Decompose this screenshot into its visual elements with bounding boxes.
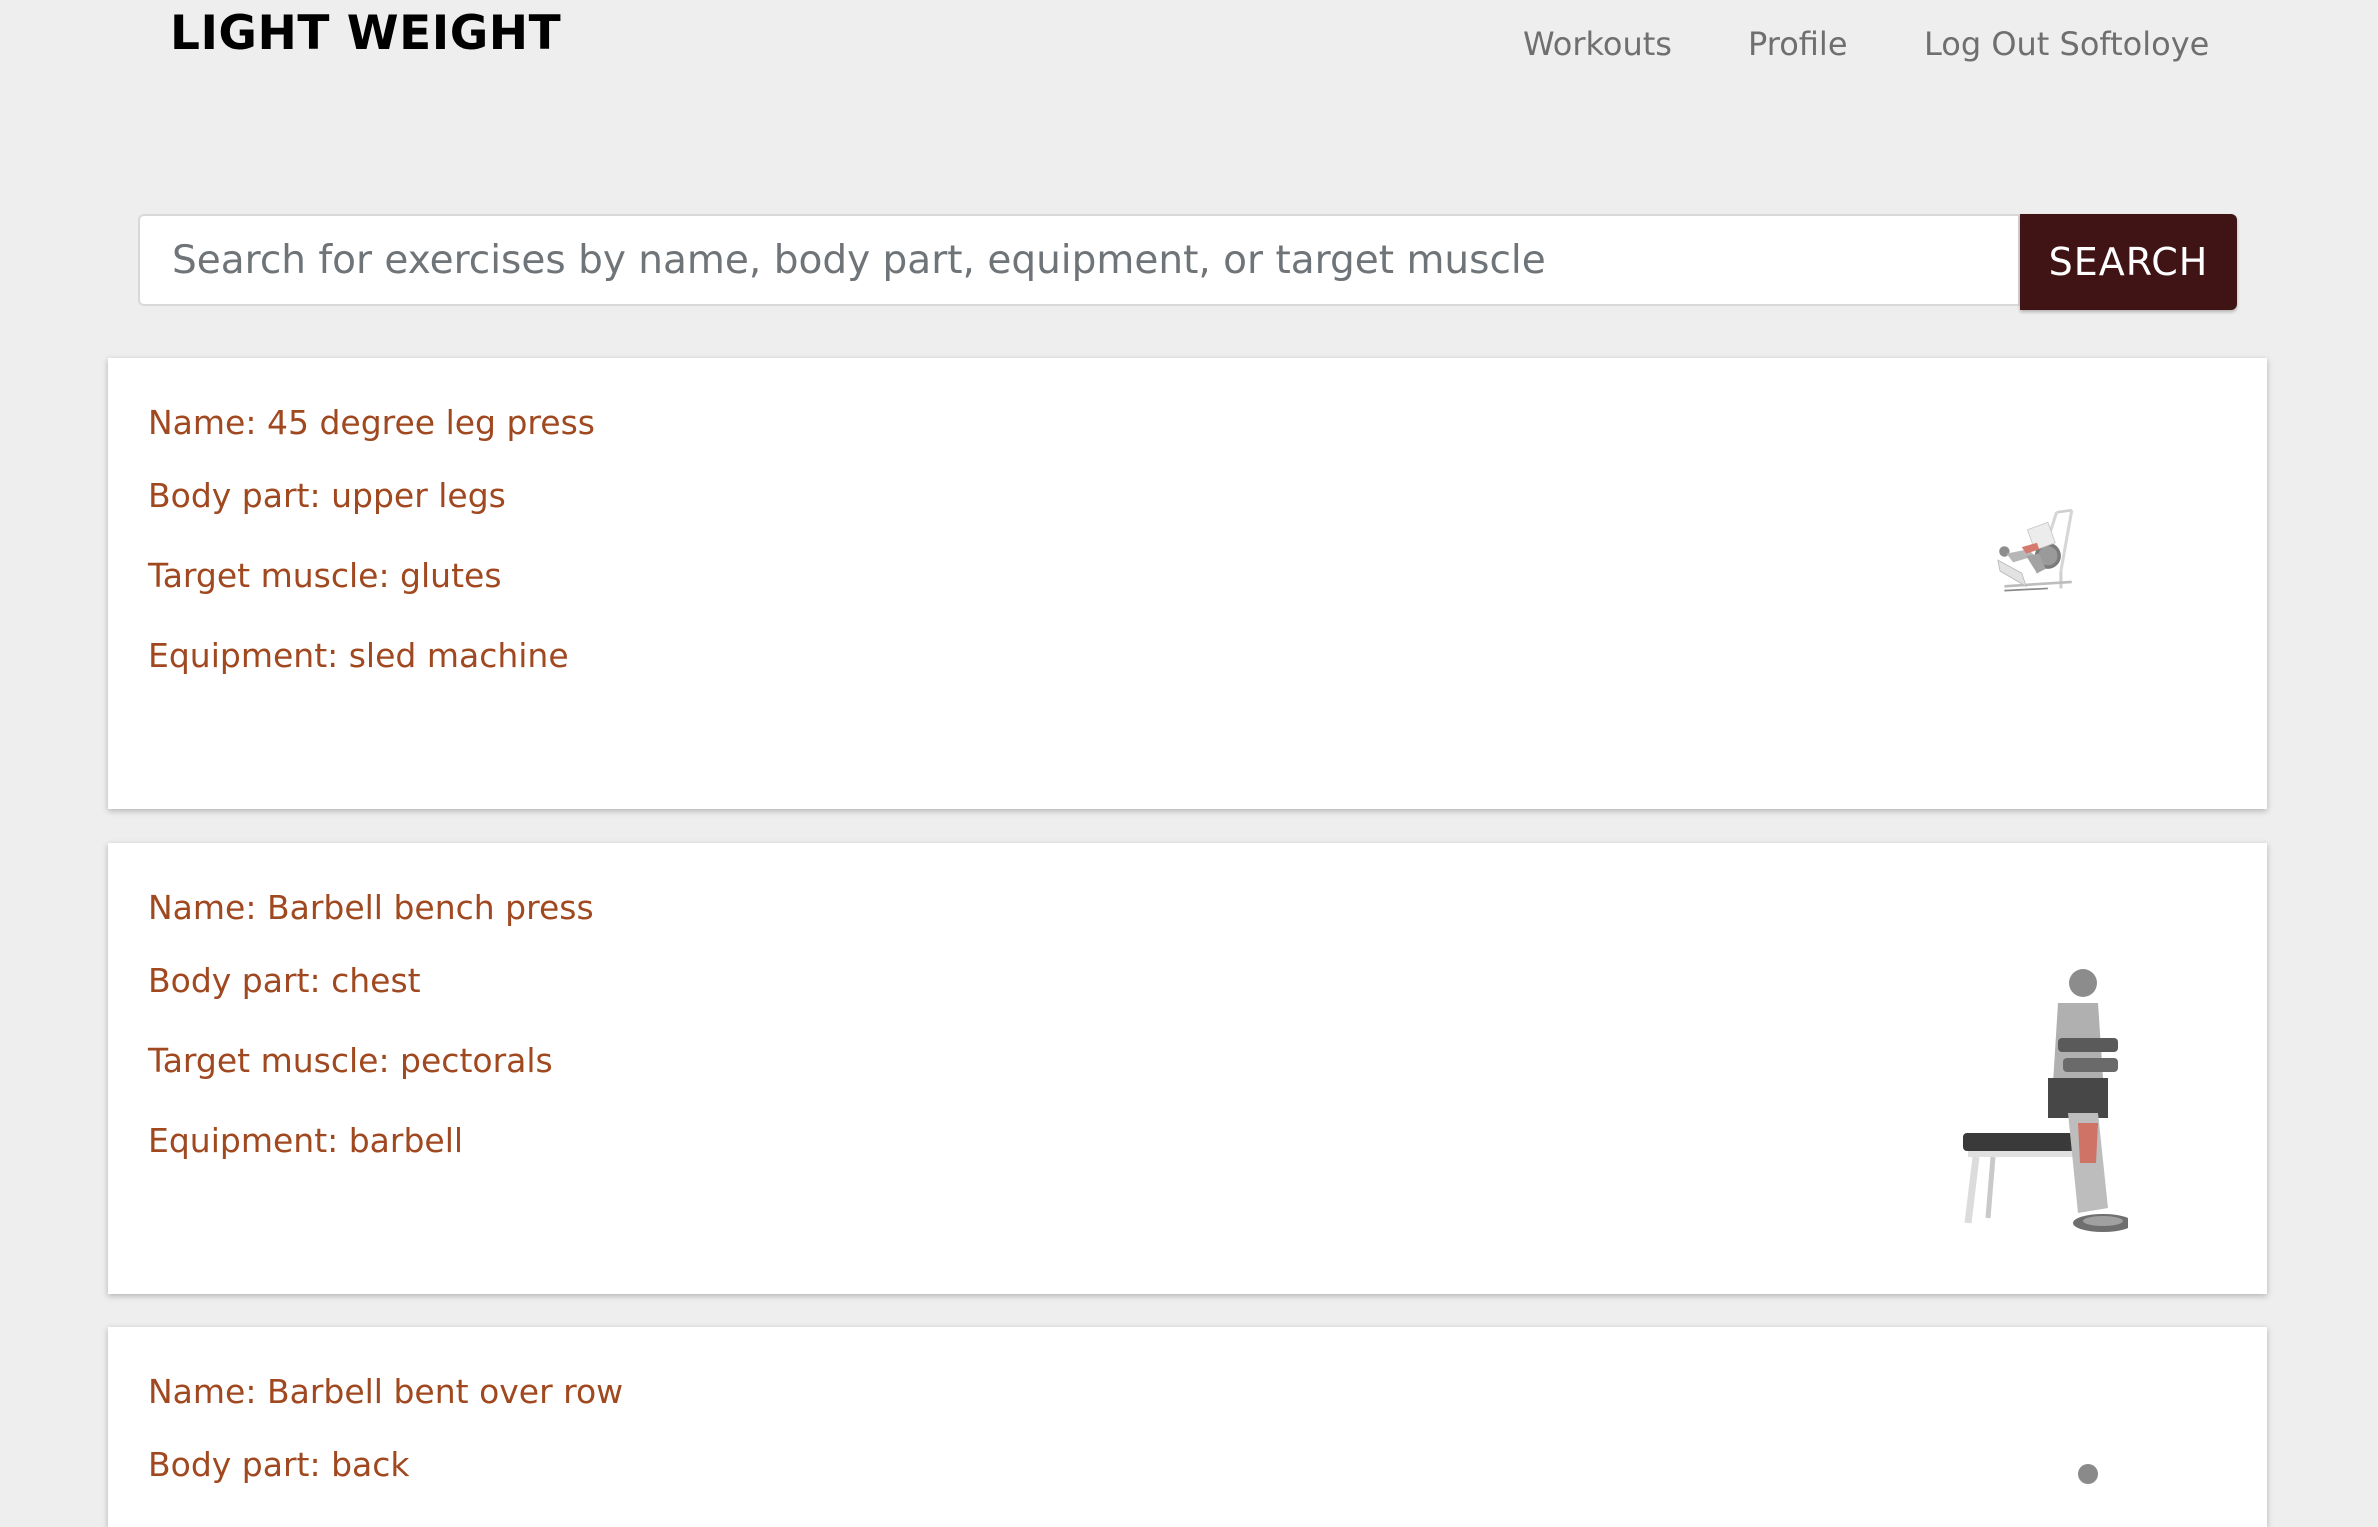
nav-logout-link[interactable]: Log Out Softoloye: [1924, 24, 2209, 64]
search-input[interactable]: [138, 214, 2020, 306]
search-bar: SEARCH: [138, 214, 2237, 310]
search-button[interactable]: SEARCH: [2020, 214, 2237, 310]
exercise-name: Name: Barbell bench press: [148, 888, 594, 927]
exercise-card[interactable]: Name: Barbell bench press Body part: che…: [108, 843, 2267, 1294]
exercise-card[interactable]: Name: 45 degree leg press Body part: upp…: [108, 358, 2267, 809]
exercise-body-part: Body part: chest: [148, 961, 421, 1000]
bent-over-row-illustration-icon: [2078, 1464, 2098, 1484]
nav-workouts-link[interactable]: Workouts: [1523, 24, 1672, 64]
exercise-target-muscle: Target muscle: glutes: [148, 556, 502, 595]
exercise-name: Name: Barbell bent over row: [148, 1372, 624, 1411]
nav-profile-link[interactable]: Profile: [1748, 24, 1848, 64]
exercise-equipment: Equipment: barbell: [148, 1121, 464, 1160]
leg-press-illustration-icon: [1997, 508, 2074, 592]
top-nav: Workouts Profile Log Out Softoloye: [0, 24, 2378, 64]
exercise-body-part: Body part: back: [148, 1445, 410, 1484]
exercise-body-part: Body part: upper legs: [148, 476, 506, 515]
exercise-equipment: Equipment: sled machine: [148, 636, 569, 675]
seated-dumbbell-illustration-icon: [1963, 969, 2128, 1232]
exercise-name: Name: 45 degree leg press: [148, 403, 595, 442]
exercise-card[interactable]: Name: Barbell bent over row Body part: b…: [108, 1327, 2267, 1527]
exercise-target-muscle: Target muscle: pectorals: [148, 1041, 553, 1080]
